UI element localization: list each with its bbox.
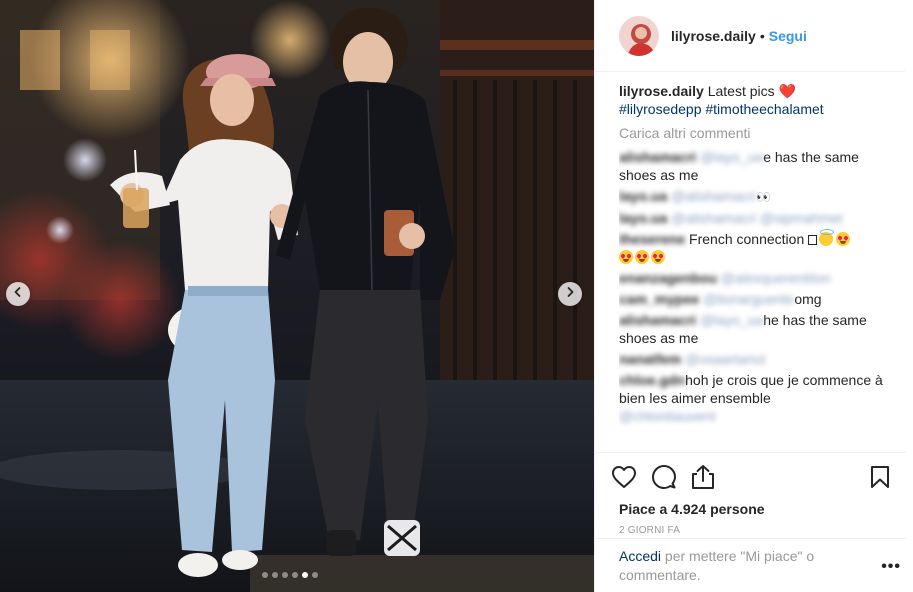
comment-mention[interactable]: @layo_ua bbox=[700, 312, 763, 328]
comment-row: nanatfem @osaartariut bbox=[619, 350, 891, 368]
share-button[interactable] bbox=[691, 459, 731, 499]
comment-row: theserene French connection bbox=[619, 229, 891, 266]
carousel-dot bbox=[282, 572, 288, 578]
caption-username[interactable]: lilyrose.daily bbox=[619, 83, 704, 99]
comment-mention[interactable]: @layo_ua bbox=[700, 149, 763, 165]
caption-text: Latest pics bbox=[707, 83, 775, 99]
post-timestamp[interactable]: 2 GIORNI FA bbox=[619, 525, 890, 536]
comment-username[interactable]: alishamacri bbox=[619, 149, 696, 165]
avatar[interactable] bbox=[619, 15, 659, 56]
bookmark-icon bbox=[870, 465, 890, 494]
comment-row: alishamacri @layo_uahe has the same shoe… bbox=[619, 311, 891, 347]
caption-hashtags[interactable]: #lilyrosedepp #timotheechalamet bbox=[619, 101, 824, 117]
comment-username[interactable]: chloe.gdn bbox=[619, 372, 685, 388]
carousel-dot bbox=[312, 572, 318, 578]
action-icons bbox=[611, 459, 890, 499]
comment-text: omg bbox=[794, 291, 822, 307]
post-photo[interactable] bbox=[0, 0, 594, 592]
likes-count[interactable]: Piace a 4.924 persone bbox=[619, 501, 890, 517]
comment-row: layo.ua @alishamacri👀 bbox=[619, 187, 891, 206]
comment-row: alishamacri @layo_uae has the same shoes… bbox=[619, 148, 891, 184]
comment-button[interactable] bbox=[651, 459, 691, 499]
comment-row: cam_mypee @lionargueriteomg bbox=[619, 290, 891, 308]
comment-mention[interactable]: @alishamacri bbox=[671, 188, 756, 204]
login-prompt: Accedi per mettere "Mi piace" o commenta… bbox=[595, 538, 906, 585]
share-icon bbox=[691, 464, 715, 495]
angel-emoji-icon bbox=[819, 229, 835, 246]
heart-outline-icon bbox=[611, 465, 637, 494]
carousel-indicator bbox=[262, 572, 318, 578]
more-options-button[interactable]: ••• bbox=[881, 558, 901, 576]
comment-username[interactable]: theserene bbox=[619, 231, 685, 247]
load-more-comments-link[interactable]: Carica altri commenti bbox=[619, 124, 891, 142]
comment-mention[interactable]: @chlonitauvent bbox=[619, 408, 716, 424]
comment-username[interactable]: layo.ua bbox=[619, 210, 667, 226]
comment-row: enanzagenbou @alexquerentiton bbox=[619, 269, 891, 287]
eyes-emoji: 👀 bbox=[756, 190, 771, 204]
comment-username[interactable]: nanatfem bbox=[619, 351, 681, 367]
comment-mention[interactable]: @alexquerentiton bbox=[721, 270, 831, 286]
heart-eyes-emoji-icon bbox=[651, 250, 665, 264]
comment-username[interactable]: layo.ua bbox=[619, 188, 667, 204]
login-link[interactable]: Accedi bbox=[619, 548, 661, 564]
follow-button[interactable]: Segui bbox=[769, 28, 807, 44]
header-separator: • bbox=[759, 27, 765, 44]
chevron-left-icon bbox=[12, 285, 24, 303]
post-header: lilyrose.daily • Segui bbox=[595, 0, 905, 72]
comment-username[interactable]: alishamacri bbox=[619, 312, 696, 328]
carousel-dot bbox=[262, 572, 268, 578]
previous-slide-button[interactable] bbox=[6, 282, 30, 306]
heart-emoji: ❤️ bbox=[778, 83, 796, 99]
comment-mention[interactable]: @lionarguerite bbox=[703, 291, 794, 307]
post-sidebar: lilyrose.daily • Segui lilyrose.daily La… bbox=[594, 0, 913, 592]
unknown-glyph-icon bbox=[808, 235, 818, 245]
like-button[interactable] bbox=[611, 459, 651, 499]
comment-mention[interactable]: @alishamacri @sipmahmet bbox=[671, 210, 843, 226]
post-caption: lilyrose.daily Latest pics ❤️ #lilyrosed… bbox=[619, 82, 891, 118]
chevron-right-icon bbox=[564, 285, 576, 303]
comment-username[interactable]: enanzagenbou bbox=[619, 270, 717, 286]
comment-mention[interactable]: @osaartariut bbox=[685, 351, 765, 367]
photo-scene bbox=[0, 0, 594, 592]
heart-eyes-emoji-icon bbox=[836, 232, 851, 246]
comment-username[interactable]: cam_mypee bbox=[619, 291, 699, 307]
heart-eyes-emoji-icon bbox=[635, 250, 649, 264]
speech-bubble-icon bbox=[651, 464, 677, 495]
comment-row: chloe.gdnhoh je crois que je commence à … bbox=[619, 371, 891, 425]
comments-list: lilyrose.daily Latest pics ❤️ #lilyrosed… bbox=[619, 82, 891, 452]
heart-eyes-emoji-icon bbox=[619, 250, 633, 264]
post-username[interactable]: lilyrose.daily bbox=[671, 28, 756, 44]
post-actions: Piace a 4.924 persone 2 GIORNI FA bbox=[595, 452, 906, 536]
carousel-dot bbox=[272, 572, 278, 578]
comment-text: French connection bbox=[689, 231, 805, 247]
save-button[interactable] bbox=[850, 459, 890, 499]
carousel-dot bbox=[302, 572, 308, 578]
next-slide-button[interactable] bbox=[558, 282, 582, 306]
comment-row: layo.ua @alishamacri @sipmahmet bbox=[619, 209, 891, 227]
carousel-dot bbox=[292, 572, 298, 578]
